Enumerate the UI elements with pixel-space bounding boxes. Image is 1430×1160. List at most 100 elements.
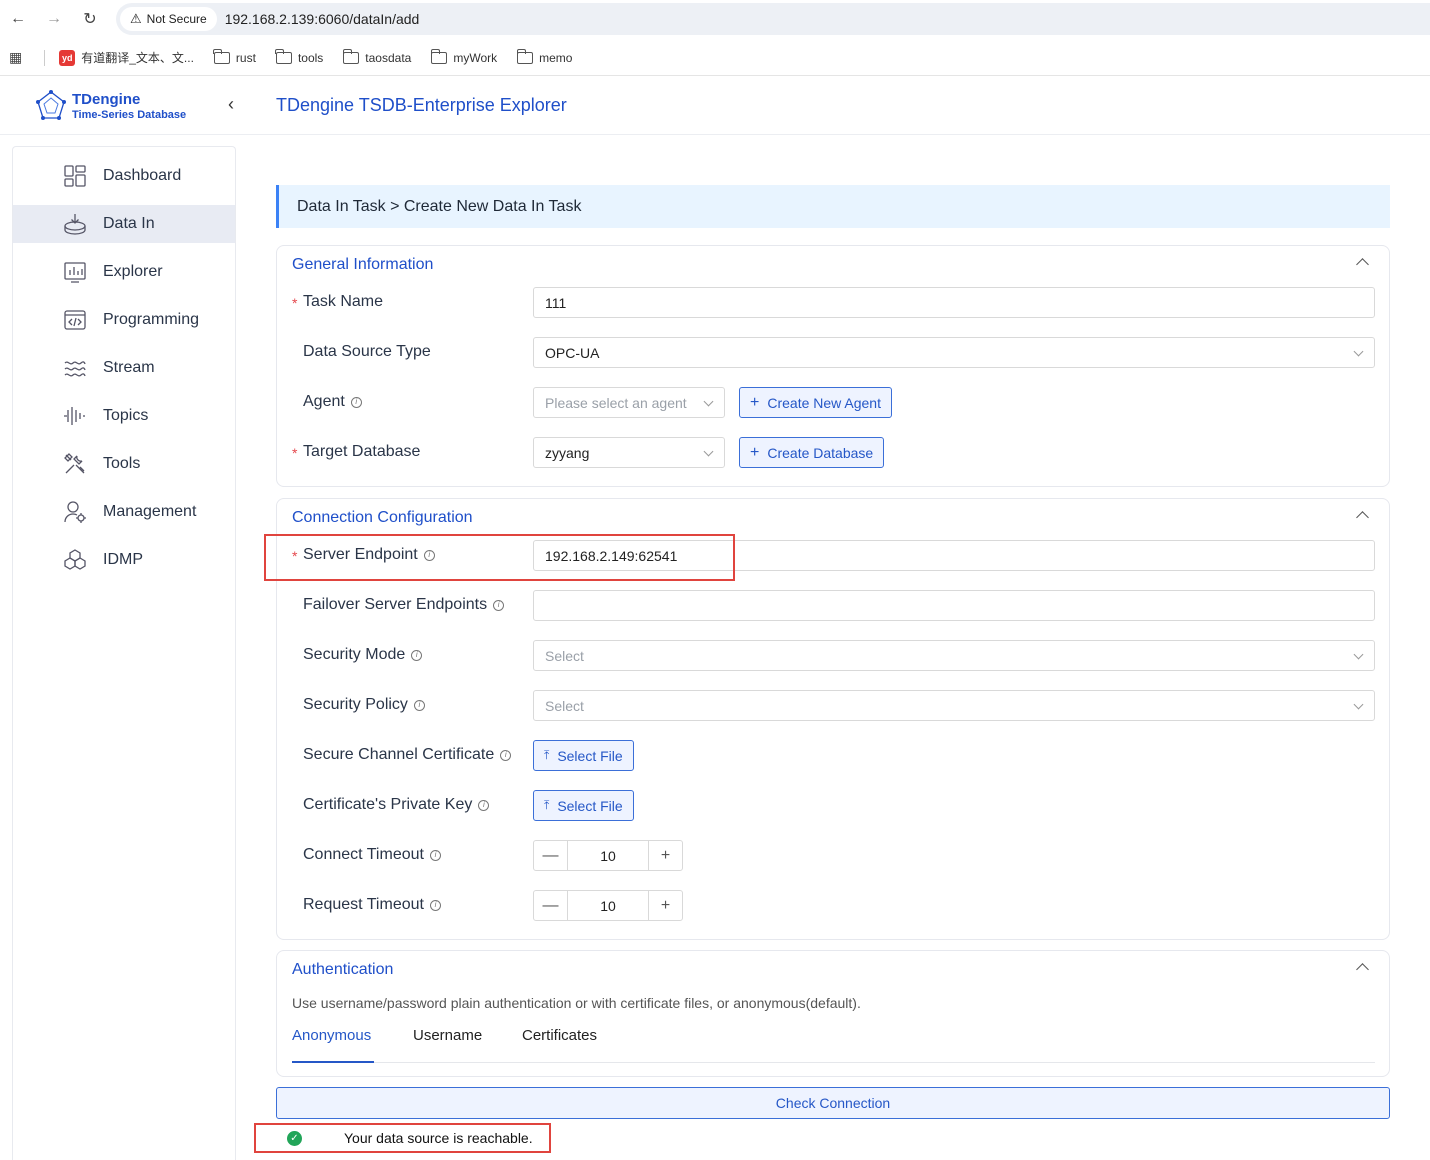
security-label: Not Secure bbox=[146, 12, 207, 26]
bookmark-youdao[interactable]: yd 有道翻译_文本、文... bbox=[59, 49, 194, 66]
required-marker: * bbox=[292, 445, 298, 461]
secure-channel-certificate-label: Secure Channel Certificate i bbox=[303, 746, 512, 764]
chevron-down-icon bbox=[1353, 699, 1364, 710]
apps-grid-icon[interactable]: ▦ bbox=[9, 49, 22, 66]
target-database-value: zyyang bbox=[545, 444, 590, 461]
target-database-select[interactable]: zyyang bbox=[533, 437, 725, 468]
sidebar-item-stream[interactable]: Stream bbox=[13, 349, 235, 387]
create-database-button[interactable]: + Create Database bbox=[739, 437, 885, 468]
decrement-button[interactable]: — bbox=[534, 891, 567, 920]
check-connection-button[interactable]: Check Connection bbox=[276, 1087, 1390, 1119]
info-icon[interactable]: i bbox=[411, 649, 423, 661]
info-icon[interactable]: i bbox=[350, 396, 362, 408]
create-database-label: Create Database bbox=[767, 444, 874, 461]
security-policy-label: Security Policy i bbox=[303, 696, 425, 714]
sidebar-item-programming[interactable]: Programming bbox=[13, 301, 235, 339]
failover-endpoints-input[interactable] bbox=[533, 590, 1375, 621]
select-private-key-file-button[interactable]: ⤒ Select File bbox=[533, 790, 634, 821]
logo[interactable]: TDengine Time-Series Database bbox=[34, 89, 186, 123]
sidebar-item-explorer[interactable]: Explorer bbox=[13, 253, 235, 291]
data-source-type-select[interactable]: OPC-UA bbox=[533, 337, 1375, 368]
failover-endpoints-label: Failover Server Endpoints i bbox=[303, 596, 505, 614]
back-arrow-icon[interactable]: ← bbox=[6, 7, 30, 31]
task-name-label: Task Name bbox=[303, 293, 384, 310]
security-chip[interactable]: ⚠ Not Secure bbox=[120, 7, 217, 31]
sidebar-item-label: Programming bbox=[103, 311, 200, 328]
connect-timeout-input[interactable]: 10 bbox=[567, 841, 649, 870]
info-icon[interactable]: i bbox=[478, 799, 490, 811]
bookmark-label: rust bbox=[235, 50, 256, 65]
bookmark-label: tools bbox=[297, 50, 324, 65]
info-icon[interactable]: i bbox=[493, 599, 505, 611]
upload-icon: ⤒ bbox=[544, 748, 550, 762]
app-header: TDengine Time-Series Database ‹ TDengine… bbox=[0, 77, 1430, 135]
dashboard-icon bbox=[64, 165, 86, 187]
create-new-agent-label: Create New Agent bbox=[767, 394, 881, 411]
request-timeout-input[interactable]: 10 bbox=[567, 891, 649, 920]
authentication-tabs: Anonymous Username Certificates bbox=[292, 1025, 1375, 1063]
bookmark-memo[interactable]: memo bbox=[516, 48, 573, 65]
sidebar-item-label: Stream bbox=[103, 359, 155, 376]
chevron-up-icon[interactable] bbox=[1356, 258, 1369, 271]
info-icon[interactable]: i bbox=[429, 899, 441, 911]
folder-icon bbox=[516, 48, 534, 64]
url-text[interactable]: 192.168.2.139:6060/dataIn/add bbox=[225, 11, 420, 27]
sidebar-item-label: Management bbox=[103, 503, 197, 520]
sidebar-item-dashboard[interactable]: Dashboard bbox=[13, 157, 235, 195]
active-tab-indicator bbox=[292, 1061, 374, 1063]
security-mode-select[interactable]: Select bbox=[533, 640, 1375, 671]
plus-icon: + bbox=[750, 443, 760, 461]
tab-certificates[interactable]: Certificates bbox=[522, 1027, 597, 1044]
chevron-up-icon[interactable] bbox=[1356, 963, 1369, 976]
bookmark-label: myWork bbox=[453, 50, 498, 65]
sidebar-item-label: IDMP bbox=[103, 551, 143, 568]
bookmark-mywork[interactable]: myWork bbox=[430, 48, 498, 65]
reachable-message-text: Your data source is reachable. bbox=[344, 1130, 533, 1146]
decrement-button[interactable]: — bbox=[534, 841, 567, 870]
agent-select[interactable]: Please select an agent bbox=[533, 387, 725, 418]
tab-anonymous[interactable]: Anonymous bbox=[292, 1027, 371, 1044]
task-name-input[interactable]: 111 bbox=[533, 287, 1375, 318]
info-icon[interactable]: i bbox=[413, 699, 425, 711]
chevron-down-icon bbox=[1353, 649, 1364, 660]
collapse-sidebar-icon[interactable]: ‹ bbox=[228, 94, 234, 115]
sidebar-item-data-in[interactable]: Data In bbox=[13, 205, 235, 243]
sidebar-item-management[interactable]: Management bbox=[13, 493, 235, 531]
security-mode-label: Security Mode i bbox=[303, 646, 423, 664]
folder-icon bbox=[342, 48, 360, 64]
bookmark-divider bbox=[44, 49, 46, 66]
select-file-label: Select File bbox=[557, 797, 623, 814]
warning-triangle-icon: ⚠ bbox=[130, 11, 142, 26]
security-policy-select[interactable]: Select bbox=[533, 690, 1375, 721]
security-mode-placeholder: Select bbox=[545, 647, 584, 664]
general-information-title[interactable]: General Information bbox=[292, 256, 433, 274]
connection-configuration-title[interactable]: Connection Configuration bbox=[292, 509, 473, 527]
bookmark-label: taosdata bbox=[365, 50, 412, 65]
idmp-icon bbox=[64, 549, 86, 570]
bookmark-rust[interactable]: rust bbox=[213, 48, 256, 65]
sidebar-item-topics[interactable]: Topics bbox=[13, 397, 235, 435]
sidebar-item-tools[interactable]: Tools bbox=[13, 445, 235, 483]
info-icon[interactable]: i bbox=[500, 749, 512, 761]
select-certificate-file-button[interactable]: ⤒ Select File bbox=[533, 740, 634, 771]
reload-icon[interactable]: ↻ bbox=[78, 7, 102, 31]
bookmark-taosdata[interactable]: taosdata bbox=[342, 48, 412, 65]
create-new-agent-button[interactable]: + Create New Agent bbox=[739, 387, 892, 418]
authentication-title[interactable]: Authentication bbox=[292, 961, 393, 979]
connect-timeout-stepper: — 10 + bbox=[533, 840, 683, 871]
chevron-up-icon[interactable] bbox=[1356, 511, 1369, 524]
bookmark-tools[interactable]: tools bbox=[275, 48, 324, 65]
increment-button[interactable]: + bbox=[649, 891, 682, 920]
info-icon[interactable]: i bbox=[429, 849, 441, 861]
app-title: TDengine TSDB-Enterprise Explorer bbox=[276, 95, 567, 115]
logo-name: TDengine bbox=[72, 90, 141, 108]
sidebar-item-idmp[interactable]: IDMP bbox=[13, 541, 235, 579]
required-marker: * bbox=[292, 295, 298, 311]
bookmark-label: memo bbox=[539, 50, 573, 65]
tab-username[interactable]: Username bbox=[413, 1027, 482, 1044]
url-bar[interactable]: ⚠ Not Secure 192.168.2.139:6060/dataIn/a… bbox=[116, 3, 1430, 35]
increment-button[interactable]: + bbox=[649, 841, 682, 870]
chevron-down-icon bbox=[703, 446, 714, 457]
data-source-type-value: OPC-UA bbox=[545, 344, 600, 361]
forward-arrow-icon[interactable]: → bbox=[42, 7, 66, 31]
